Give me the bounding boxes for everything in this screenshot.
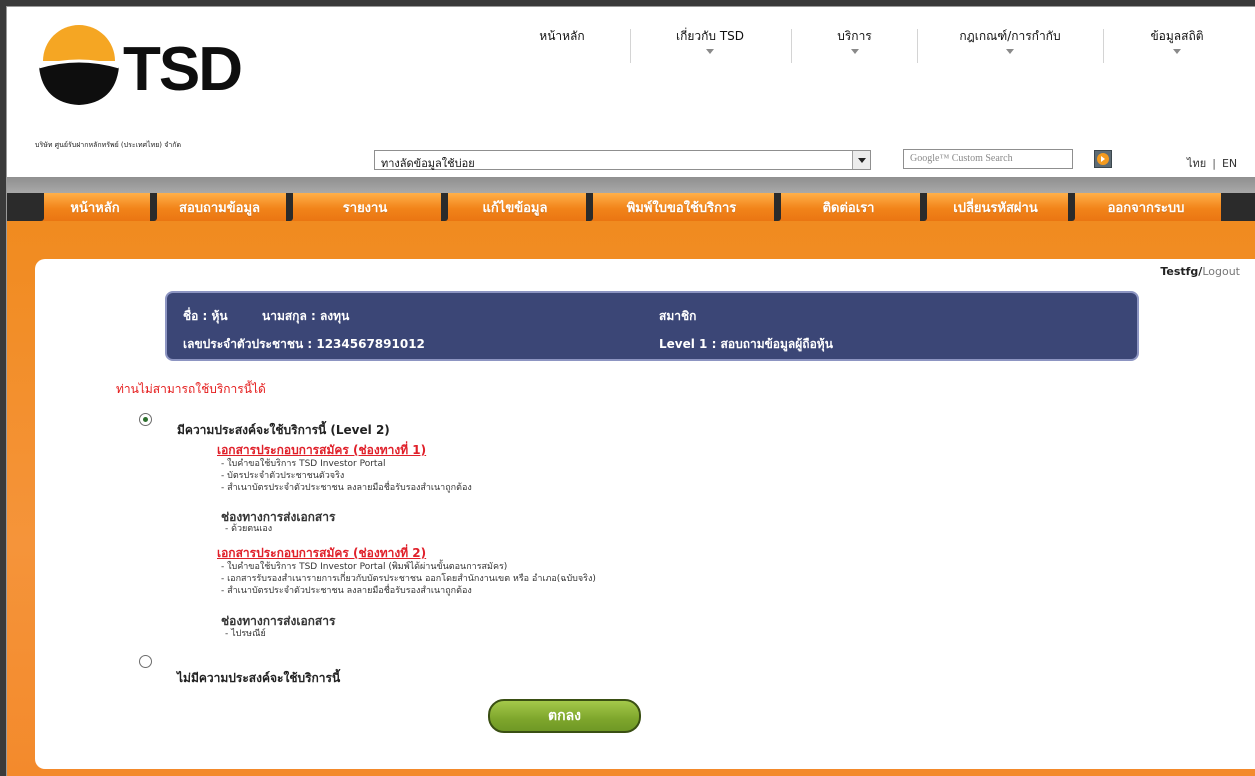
tab-change-password[interactable]: เปลี่ยนรหัสผ่าน: [923, 193, 1071, 221]
tab-home[interactable]: หน้าหลัก: [40, 193, 153, 221]
tab-edit-info[interactable]: แก้ไขข้อมูล: [444, 193, 589, 221]
lang-en-link[interactable]: EN: [1222, 157, 1237, 170]
arrow-right-icon: [1097, 153, 1109, 165]
tab-print-form[interactable]: พิมพ์ใบขอใช้บริการ: [589, 193, 777, 221]
member-type: สมาชิก: [659, 309, 697, 323]
channel2-item: - เอกสารรับรองสำเนารายการเกี่ยวกับบัตรปร…: [221, 574, 596, 584]
company-name: บริษัท ศูนย์รับฝากหลักทรัพย์ (ประเทศไทย)…: [35, 141, 182, 149]
member-level: Level 1 : สอบถามข้อมูลผู้ถือหุ้น: [659, 337, 833, 351]
topnav-services-label: บริการ: [837, 29, 872, 43]
tsd-logo[interactable]: TSD: [33, 23, 273, 109]
channel1-item: - ใบคำขอใช้บริการ TSD Investor Portal: [221, 459, 386, 469]
topnav-statistics-label: ข้อมูลสถิติ: [1150, 29, 1204, 43]
tab-inquiry[interactable]: สอบถามข้อมูล: [153, 193, 289, 221]
tab-inquiry-label: สอบถามข้อมูล: [179, 200, 260, 216]
logo-text: TSD: [123, 35, 243, 104]
channel2-send-item: - ไปรษณีย์: [225, 629, 266, 639]
topnav-home[interactable]: หน้าหลัก: [497, 27, 627, 67]
tab-contact-label: ติดต่อเรา: [822, 200, 875, 216]
tab-logout-label: ออกจากระบบ: [1107, 200, 1185, 216]
search-input[interactable]: Google™ Custom Search: [903, 149, 1073, 169]
topnav-statistics[interactable]: ข้อมูลสถิติ: [1104, 27, 1250, 67]
top-navigation: หน้าหลัก เกี่ยวกับ TSD บริการ กฎเกณฑ์/กา…: [497, 27, 1255, 67]
tab-change-password-label: เปลี่ยนรหัสผ่าน: [953, 200, 1038, 216]
radio-not-use-service[interactable]: [139, 655, 152, 668]
tab-report[interactable]: รายงาน: [289, 193, 444, 221]
tab-logout[interactable]: ออกจากระบบ: [1071, 193, 1224, 221]
user-line: Testfg/Logout: [1160, 265, 1240, 278]
member-first-name: ชื่อ : หุ้น: [183, 309, 228, 323]
quicklinks-select[interactable]: ทางลัดข้อมูลใช้บ่อย: [374, 150, 871, 170]
channel1-item: - บัตรประจำตัวประชาชนตัวจริง: [221, 471, 345, 481]
tab-report-label: รายงาน: [342, 200, 388, 216]
topnav-home-label: หน้าหลัก: [539, 29, 585, 43]
radio-selected-dot: [143, 417, 148, 422]
chevron-down-icon: [706, 49, 714, 54]
content-panel: Testfg/Logout ชื่อ : หุ้น นามสกุล : ลงทุ…: [35, 259, 1255, 769]
topnav-services[interactable]: บริการ: [792, 27, 917, 67]
topnav-rules-label: กฎเกณฑ์/การกำกับ: [959, 29, 1061, 43]
option-not-use-service-label: ไม่มีความประสงค์จะใช้บริการนี้: [177, 671, 341, 685]
radio-use-service[interactable]: [139, 413, 152, 426]
chevron-down-icon: [1173, 49, 1181, 54]
option-use-service-label: มีความประสงค์จะใช้บริการนี้ (Level 2): [177, 423, 390, 437]
topnav-about[interactable]: เกี่ยวกับ TSD: [631, 27, 789, 67]
chevron-down-icon: [1006, 49, 1014, 54]
logout-link[interactable]: Logout: [1202, 265, 1240, 278]
search-go-button[interactable]: [1094, 150, 1112, 168]
tab-home-label: หน้าหลัก: [70, 200, 120, 216]
error-notice: ท่านไม่สามารถใช้บริการนี้ได้: [116, 382, 266, 396]
member-id-number: เลขประจำตัวประชาชน : 1234567891012: [183, 337, 425, 351]
member-info-box: ชื่อ : หุ้น นามสกุล : ลงทุน สมาชิก เลขปร…: [165, 291, 1139, 361]
header-strip: [7, 177, 1255, 193]
topnav-rules[interactable]: กฎเกณฑ์/การกำกับ: [918, 27, 1102, 67]
tab-contact[interactable]: ติดต่อเรา: [777, 193, 923, 221]
member-last-name: นามสกุล : ลงทุน: [262, 309, 350, 323]
tab-print-form-label: พิมพ์ใบขอใช้บริการ: [626, 200, 737, 216]
topnav-about-label: เกี่ยวกับ TSD: [675, 29, 745, 43]
channel1-send-item: - ด้วยตนเอง: [225, 524, 273, 534]
channel2-item: - สำเนาบัตรประจำตัวประชาชน ลงลายมือชื่อร…: [221, 586, 472, 596]
lang-th-link[interactable]: ไทย: [1187, 157, 1206, 170]
chevron-down-icon: [850, 49, 859, 54]
tsd-logo-mark-icon: [38, 25, 120, 105]
dropdown-arrow-icon[interactable]: [852, 151, 870, 169]
quicklinks-value: ทางลัดข้อมูลใช้บ่อย: [381, 157, 475, 170]
ok-button[interactable]: ตกลง: [488, 699, 641, 733]
language-switcher: ไทย | EN: [1187, 157, 1238, 170]
channel2-item: - ใบคำขอใช้บริการ TSD Investor Portal (พ…: [221, 562, 508, 572]
channel1-item: - สำเนาบัตรประจำตัวประชาชน ลงลายมือชื่อร…: [221, 483, 472, 493]
page-frame: TSD บริษัท ศูนย์รับฝากหลักทรัพย์ (ประเทศ…: [6, 6, 1255, 776]
tab-edit-info-label: แก้ไขข้อมูล: [482, 200, 548, 216]
username: Testfg: [1160, 265, 1199, 278]
